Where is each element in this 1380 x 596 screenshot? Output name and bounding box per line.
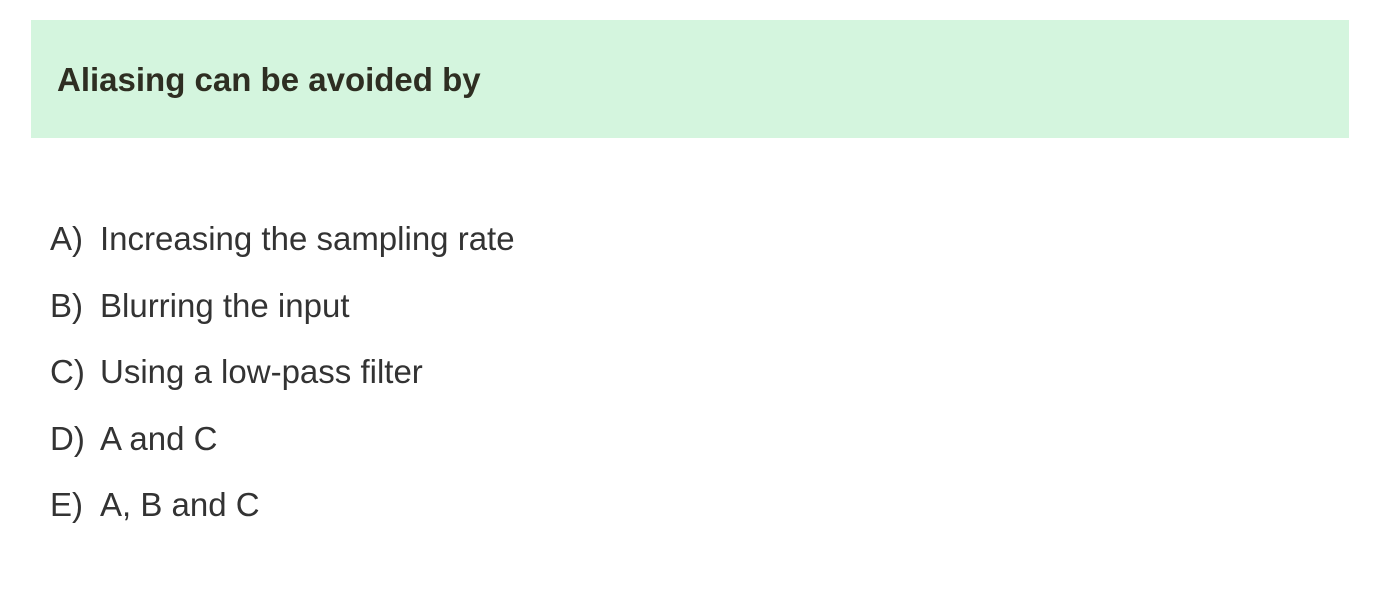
option-text: A, B and C [100, 486, 260, 523]
question-banner: Aliasing can be avoided by [31, 20, 1349, 138]
option-text: Using a low-pass filter [100, 353, 423, 390]
option-letter: C) [50, 353, 85, 390]
question-title: Aliasing can be avoided by [57, 61, 481, 98]
answer-option-b[interactable]: B) Blurring the input [50, 283, 515, 350]
answer-option-d[interactable]: D) A and C [50, 416, 515, 483]
option-text: A and C [100, 419, 218, 457]
option-letter: B) [50, 286, 83, 324]
answer-option-a[interactable]: A) Increasing the sampling rate [50, 216, 515, 283]
answer-option-c[interactable]: C) Using a low-pass filter [50, 349, 515, 416]
answer-options-list: A) Increasing the sampling rate B) Blurr… [50, 216, 515, 549]
answer-option-e[interactable]: E) A, B and C [50, 482, 515, 549]
option-letter: D) [50, 419, 85, 457]
option-text: Blurring the input [100, 286, 350, 324]
option-text: Increasing the sampling rate [100, 220, 515, 257]
option-letter: A) [50, 220, 83, 257]
option-letter: E) [50, 486, 83, 523]
